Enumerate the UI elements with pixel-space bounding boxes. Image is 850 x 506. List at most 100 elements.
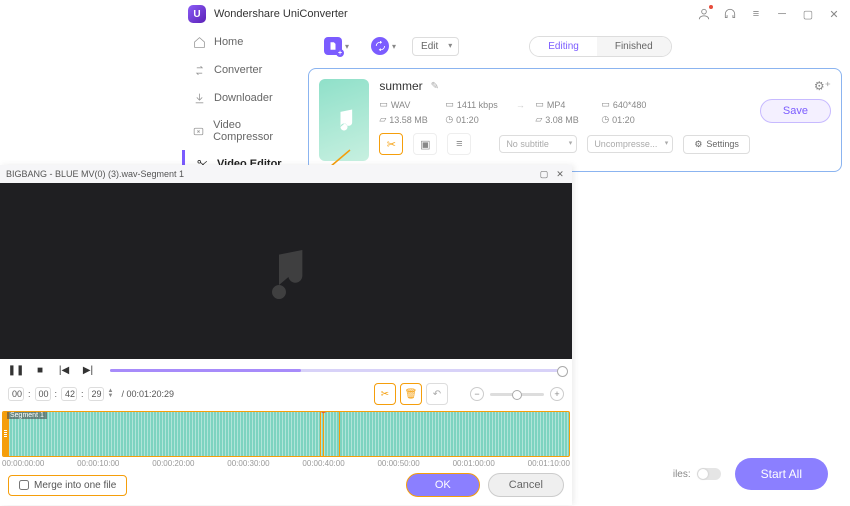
size-icon: ▱ [379,114,386,125]
crop-button[interactable]: ▣ [413,133,437,155]
time-stepper[interactable]: ▲▼ [108,389,114,399]
timescale-tick: 00:00:30:00 [227,459,269,468]
add-file-button[interactable]: ▾ [318,33,355,59]
time-frames[interactable]: 29 [88,387,104,401]
cut-button[interactable]: ✂ [374,383,396,405]
toggle-switch[interactable] [697,468,721,480]
toggle-label: iles: [673,469,691,480]
tab-finished[interactable]: Finished [597,37,671,56]
merge-checkbox[interactable]: Merge into one file [8,475,127,496]
timescale-tick: 00:00:00:00 [2,459,44,468]
chevron-down-icon: ▾ [392,42,396,51]
editor-footer: Merge into one file OK Cancel [8,473,564,497]
trim-button[interactable]: ✂ [379,133,403,155]
src-dur: 01:20 [456,115,479,125]
sidebar-item-label: Converter [214,64,262,76]
media-thumbnail[interactable] [319,79,369,161]
undo-button[interactable]: ↶ [426,383,448,405]
maximize-button[interactable]: ▢ [800,6,816,22]
sidebar-item-converter[interactable]: Converter [182,56,308,84]
size-icon: ▱ [535,114,542,125]
status-tabs: Editing Finished [529,36,671,57]
main-toolbar: ▾ ▾ Edit Editing Finished [308,30,842,62]
time-hours[interactable]: 00 [8,387,24,401]
time-seconds[interactable]: 42 [61,387,77,401]
menu-icon[interactable]: ≡ [748,6,764,22]
titlebar: U Wondershare UniConverter ≡ ─ ▢ ✕ [180,0,850,28]
merge-label: Merge into one file [34,480,116,491]
timescale-tick: 00:01:00:00 [453,459,495,468]
compress-icon [192,124,205,138]
settings-button[interactable]: ⚙Settings [683,135,750,154]
music-note-icon [258,243,314,299]
media-title: summer [379,79,422,93]
app-title: Wondershare UniConverter [214,8,696,20]
prev-frame-button[interactable]: |◀ [56,362,72,378]
res-icon: ▭ [601,99,610,110]
gear-icon: ⚙ [694,139,702,150]
video-preview[interactable] [0,183,572,359]
close-button[interactable]: ✕ [826,6,842,22]
sidebar-item-compressor[interactable]: Video Compressor [182,112,308,150]
file-icon: ▭ [535,99,544,110]
chevron-down-icon: ▾ [345,42,349,51]
cancel-button[interactable]: Cancel [488,473,564,497]
sidebar-item-home[interactable]: Home [182,28,308,56]
timescale-tick: 00:00:10:00 [77,459,119,468]
user-icon[interactable] [696,6,712,22]
merge-checkbox-input[interactable] [19,480,29,490]
converter-icon [192,63,206,77]
sidebar-item-label: Downloader [214,92,273,104]
music-note-icon [330,106,358,134]
zoom-in-button[interactable]: + [550,387,564,401]
trim-editor-window: BIGBANG - BLUE MV(0) (3).wav-Segment 1 ▢… [0,165,572,505]
src-format: WAV [391,100,411,110]
more-button[interactable]: ≡ [447,133,471,155]
subtitle-dropdown[interactable]: No subtitle [499,135,577,153]
output-settings-icon[interactable]: ⚙⁺ [814,79,831,93]
stop-button[interactable]: ■ [32,362,48,378]
segment-label: Segment 1 [7,412,47,419]
start-all-button[interactable]: Start All [735,458,828,490]
tgt-size: 3.08 MB [545,115,579,125]
timescale: 00:00:00:00 00:00:10:00 00:00:20:00 00:00:3… [0,457,572,468]
playhead-highlight [320,411,340,457]
headphones-icon[interactable] [722,6,738,22]
sidebar-item-downloader[interactable]: Downloader [182,84,308,112]
delete-segment-button[interactable]: 🗑 [400,383,422,405]
compress-dropdown[interactable]: Uncompresse... [587,135,673,153]
app-logo-icon: U [188,5,206,23]
mode-dropdown[interactable]: Edit [412,37,459,56]
editor-maximize-button[interactable]: ▢ [538,168,550,180]
minimize-button[interactable]: ─ [774,6,790,22]
bitrate-icon: ▭ [445,99,454,110]
time-minutes[interactable]: 00 [35,387,51,401]
edit-title-icon[interactable]: ✎ [431,81,439,92]
timescale-tick: 00:00:50:00 [377,459,419,468]
ok-button[interactable]: OK [406,473,480,497]
sidebar-item-label: Video Compressor [213,119,298,143]
arrow-right-icon: → [511,99,529,110]
save-button[interactable]: Save [760,99,831,123]
clock-icon: ◷ [601,114,609,125]
clock-icon: ◷ [445,114,453,125]
timescale-tick: 00:00:20:00 [152,459,194,468]
editor-close-button[interactable]: ✕ [554,168,566,180]
src-bitrate: 1411 kbps [457,100,498,110]
zoom-out-button[interactable]: − [470,387,484,401]
next-frame-button[interactable]: ▶| [80,362,96,378]
pause-button[interactable]: ❚❚ [8,362,24,378]
merge-toggle: iles: [673,468,721,480]
file-icon: ▭ [379,99,388,110]
waveform-timeline[interactable]: Segment 1 [2,411,570,457]
timescale-tick: 00:01:10:00 [528,459,570,468]
mode-label: Edit [421,41,438,52]
zoom-slider[interactable] [490,393,544,396]
playback-controls: ❚❚ ■ |◀ ▶| [0,359,572,381]
playback-slider[interactable] [110,369,564,372]
sidebar: Home Converter Downloader Video Compress… [182,28,308,178]
tgt-dur: 01:20 [612,115,635,125]
src-size: 13.58 MB [389,115,428,125]
tab-editing[interactable]: Editing [530,37,597,56]
convert-button[interactable]: ▾ [365,33,402,59]
